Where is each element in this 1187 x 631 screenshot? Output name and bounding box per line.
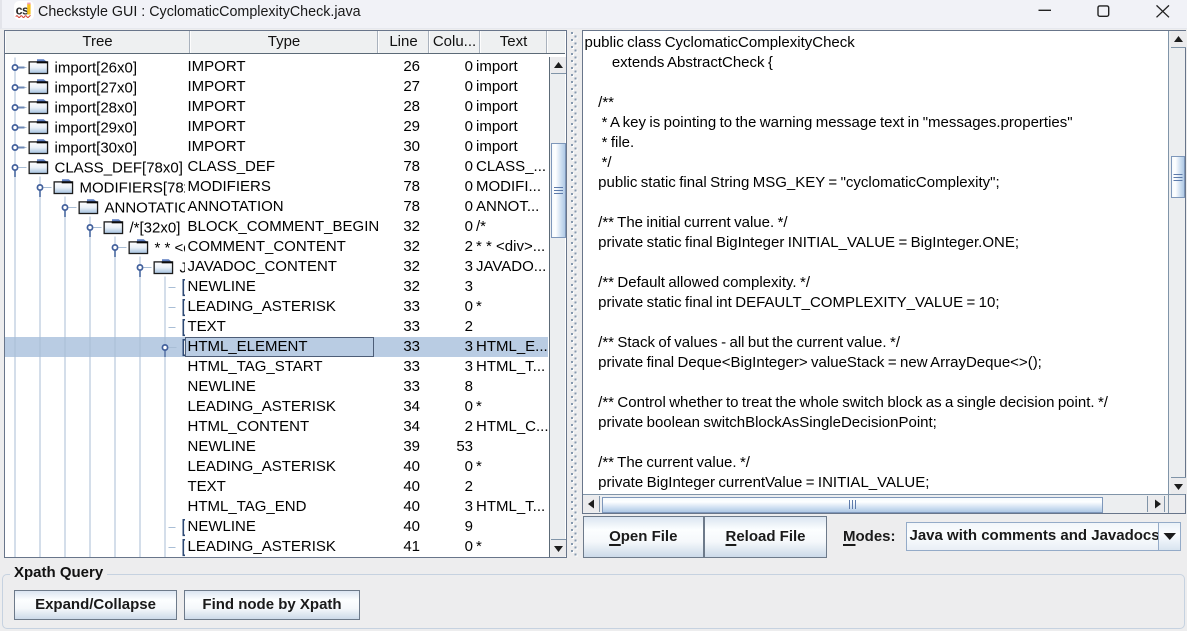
svg-text:MODIFIERS[78x0]: MODIFIERS[78x0] bbox=[80, 179, 185, 196]
svg-text:ANNOTATION[78x0]: ANNOTATION[78x0] bbox=[105, 199, 185, 216]
svg-text:import[29x0]: import[29x0] bbox=[55, 119, 138, 136]
svg-text:import[30x0]: import[30x0] bbox=[55, 139, 138, 156]
svg-text:import[26x0]: import[26x0] bbox=[55, 59, 138, 76]
svg-text:import[28x0]: import[28x0] bbox=[55, 99, 138, 116]
svg-text:/*[32x0]: /*[32x0] bbox=[130, 219, 181, 236]
svg-text:* * <div>FileSet: * * <div>FileSet bbox=[155, 239, 185, 256]
svg-text:CLASS_DEF[78x0]: CLASS_DEF[78x0] bbox=[55, 159, 183, 176]
svg-text:cs: cs bbox=[16, 4, 29, 18]
svg-text:JAVADOC_CON: JAVADOC_CON bbox=[180, 259, 185, 276]
svg-text:import[27x0]: import[27x0] bbox=[55, 79, 138, 96]
